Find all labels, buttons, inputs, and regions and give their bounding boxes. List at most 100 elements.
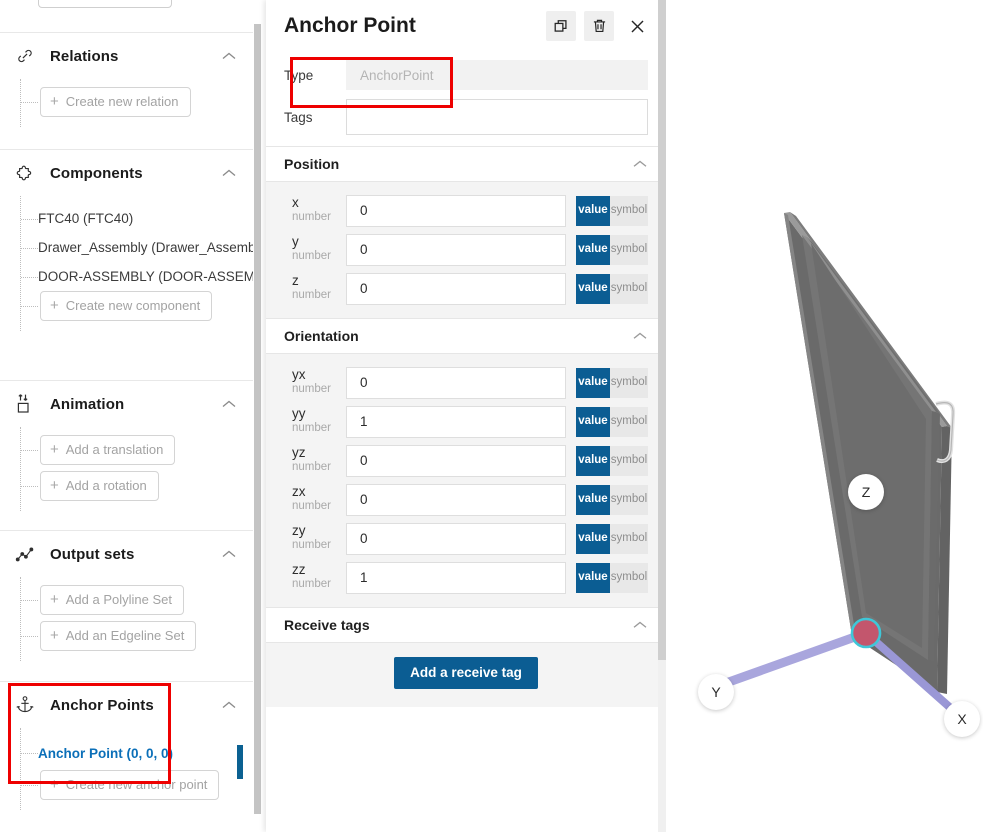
list-item[interactable]: FTC40 (FTC40) bbox=[0, 204, 253, 233]
list-item[interactable]: Anchor Point (0, 0, 0) bbox=[0, 736, 253, 770]
sidebar-section-components[interactable]: Components bbox=[0, 149, 253, 196]
zy-input[interactable]: 0 bbox=[346, 522, 566, 555]
component-item-door-assembly[interactable]: DOOR-ASSEMBLY (DOOR-ASSEMBLY) bbox=[38, 265, 262, 288]
close-button[interactable] bbox=[622, 11, 652, 41]
tree-tick bbox=[21, 753, 38, 754]
delete-button[interactable] bbox=[584, 11, 614, 41]
sidebar-section-title: Relations bbox=[50, 47, 119, 65]
field-name: yy bbox=[292, 406, 306, 422]
field-name: zy bbox=[292, 523, 306, 539]
toggle-value[interactable]: value bbox=[576, 484, 610, 515]
field-type: number bbox=[292, 250, 331, 263]
anchor-point-item[interactable]: Anchor Point (0, 0, 0) bbox=[38, 742, 173, 765]
value-symbol-toggle[interactable]: value symbol bbox=[576, 445, 648, 476]
panel-scrollbar-thumb[interactable] bbox=[658, 0, 666, 660]
axis-badge-y[interactable]: Y bbox=[698, 674, 734, 710]
tree-tick bbox=[21, 276, 38, 278]
chevron-up-icon[interactable] bbox=[632, 160, 648, 169]
toggle-value[interactable]: value bbox=[576, 562, 610, 593]
field-label-group: yy number bbox=[292, 407, 346, 436]
value-symbol-toggle[interactable]: value symbol bbox=[576, 484, 648, 515]
selection-indicator-bar bbox=[237, 745, 243, 779]
toggle-symbol[interactable]: symbol bbox=[610, 484, 648, 515]
add-polyline-set-button[interactable]: + Add a Polyline Set bbox=[40, 585, 184, 615]
3d-viewport[interactable]: Z Y X bbox=[666, 0, 983, 832]
add-receive-tag-button[interactable]: Add a receive tag bbox=[394, 657, 538, 689]
value-symbol-toggle[interactable]: value symbol bbox=[576, 273, 648, 304]
chevron-up-icon[interactable] bbox=[221, 51, 237, 61]
tree-tick bbox=[21, 218, 38, 220]
create-new-anchor-point-button[interactable]: + Create new anchor point bbox=[40, 770, 220, 800]
toggle-value[interactable]: value bbox=[576, 523, 610, 554]
y-input[interactable]: 0 bbox=[346, 233, 566, 266]
toggle-value[interactable]: value bbox=[576, 367, 610, 398]
axis-badge-x[interactable]: X bbox=[944, 701, 980, 737]
chevron-up-icon[interactable] bbox=[221, 399, 237, 409]
field-type: number bbox=[292, 383, 331, 396]
chevron-up-icon[interactable] bbox=[221, 700, 237, 710]
sidebar-section-body: Anchor Point (0, 0, 0) + Create new anch… bbox=[0, 728, 253, 810]
sidebar-section-relations[interactable]: Relations bbox=[0, 32, 253, 79]
toggle-symbol[interactable]: symbol bbox=[610, 523, 648, 554]
toggle-symbol[interactable]: symbol bbox=[610, 273, 648, 304]
button-label: Add a rotation bbox=[65, 478, 147, 493]
list-item[interactable]: DOOR-ASSEMBLY (DOOR-ASSEMBLY) bbox=[0, 262, 262, 291]
list-item: + Create new anchor point bbox=[0, 770, 253, 800]
toggle-symbol[interactable]: symbol bbox=[610, 367, 648, 398]
yx-input[interactable]: 0 bbox=[346, 366, 566, 399]
toggle-symbol[interactable]: symbol bbox=[610, 234, 648, 265]
value-symbol-toggle[interactable]: value symbol bbox=[576, 195, 648, 226]
component-item-ftc40[interactable]: FTC40 (FTC40) bbox=[38, 207, 133, 230]
model-tree-sidebar: Relations + Create new relation Componen… bbox=[0, 0, 262, 832]
sidebar-scrollbar-thumb[interactable] bbox=[254, 24, 261, 814]
toggle-value[interactable]: value bbox=[576, 445, 610, 476]
value-symbol-toggle[interactable]: value symbol bbox=[576, 562, 648, 593]
number-row-z: z number 0 value symbol bbox=[266, 269, 666, 308]
chevron-up-icon[interactable] bbox=[221, 168, 237, 178]
add-rotation-button[interactable]: + Add a rotation bbox=[40, 471, 159, 501]
list-item[interactable]: Drawer_Assembly (Drawer_Assembly) bbox=[0, 233, 262, 262]
z-input[interactable]: 0 bbox=[346, 272, 566, 305]
sidebar-section-animation[interactable]: Animation bbox=[0, 380, 253, 427]
section-header-orientation[interactable]: Orientation bbox=[266, 318, 666, 354]
value-symbol-toggle[interactable]: value symbol bbox=[576, 234, 648, 265]
section-header-position[interactable]: Position bbox=[266, 146, 666, 182]
tags-input[interactable] bbox=[346, 99, 648, 135]
value-symbol-toggle[interactable]: value symbol bbox=[576, 523, 648, 554]
section-header-receive-tags[interactable]: Receive tags bbox=[266, 607, 666, 643]
toggle-value[interactable]: value bbox=[576, 234, 610, 265]
toggle-symbol[interactable]: symbol bbox=[610, 562, 648, 593]
toggle-symbol[interactable]: symbol bbox=[610, 195, 648, 226]
toggle-symbol[interactable]: symbol bbox=[610, 445, 648, 476]
toggle-value[interactable]: value bbox=[576, 273, 610, 304]
toggle-value[interactable]: value bbox=[576, 406, 610, 437]
chevron-up-icon[interactable] bbox=[221, 549, 237, 559]
field-label: Tags bbox=[284, 109, 313, 125]
zz-input[interactable]: 1 bbox=[346, 561, 566, 594]
axis-badge-z[interactable]: Z bbox=[848, 474, 884, 510]
sidebar-section-anchor-points[interactable]: Anchor Points bbox=[0, 681, 253, 728]
add-edgeline-set-button[interactable]: + Add an Edgeline Set bbox=[40, 621, 197, 651]
value-symbol-toggle[interactable]: value symbol bbox=[576, 367, 648, 398]
zx-input[interactable]: 0 bbox=[346, 483, 566, 516]
value-symbol-toggle[interactable]: value symbol bbox=[576, 406, 648, 437]
chevron-up-icon[interactable] bbox=[632, 621, 648, 630]
sidebar-scrollbar-track[interactable] bbox=[253, 0, 262, 832]
field-type: number bbox=[292, 578, 331, 591]
create-new-relation-button[interactable]: + Create new relation bbox=[40, 87, 191, 117]
toggle-symbol[interactable]: symbol bbox=[610, 406, 648, 437]
component-item-drawer-assembly[interactable]: Drawer_Assembly (Drawer_Assembly) bbox=[38, 236, 262, 259]
sidebar-partial-button-above[interactable] bbox=[38, 0, 172, 8]
plus-icon: + bbox=[50, 297, 59, 314]
sidebar-section-output-sets[interactable]: Output sets bbox=[0, 530, 253, 577]
create-new-component-button[interactable]: + Create new component bbox=[40, 291, 213, 321]
chevron-up-icon[interactable] bbox=[632, 332, 648, 341]
duplicate-button[interactable] bbox=[546, 11, 576, 41]
toggle-value[interactable]: value bbox=[576, 195, 610, 226]
number-row-yz: yz number 0 value symbol bbox=[266, 441, 666, 480]
x-input[interactable]: 0 bbox=[346, 194, 566, 227]
panel-scrollbar-track[interactable] bbox=[658, 0, 666, 832]
yz-input[interactable]: 0 bbox=[346, 444, 566, 477]
add-translation-button[interactable]: + Add a translation bbox=[40, 435, 176, 465]
yy-input[interactable]: 1 bbox=[346, 405, 566, 438]
